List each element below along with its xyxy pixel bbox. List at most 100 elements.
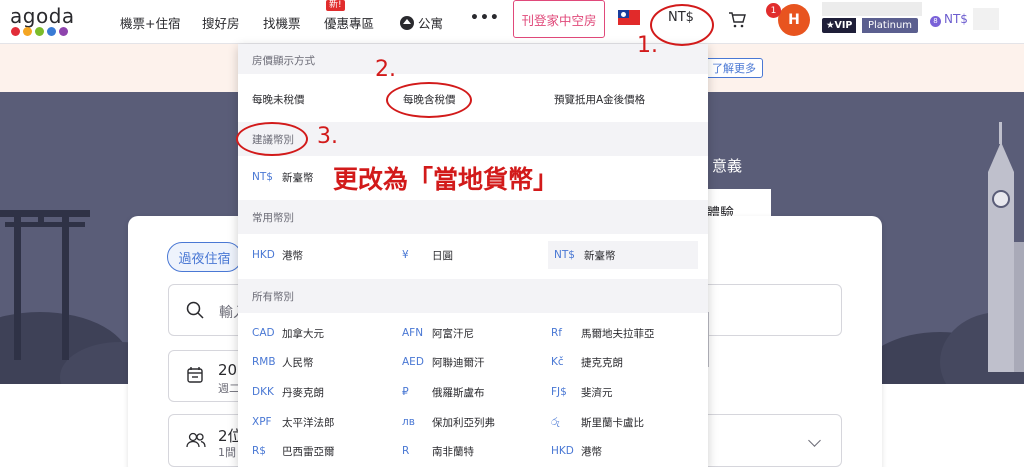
currency-zar[interactable]: R 南非蘭特 xyxy=(402,437,474,465)
search-icon xyxy=(186,301,204,319)
overnight-stay-tab[interactable]: 過夜住宿 xyxy=(167,242,242,272)
currency-fjd[interactable]: FJ$ 斐濟元 xyxy=(551,378,613,406)
platinum-badge: Platinum xyxy=(862,18,919,33)
currency-name: 加拿大元 xyxy=(282,327,324,340)
currency-aed[interactable]: AED 阿聯迪爾汗 xyxy=(402,348,485,376)
currency-name: 太平洋法郎 xyxy=(282,416,335,429)
agoda-logo[interactable]: agoda xyxy=(10,4,75,36)
common-currency-jpy[interactable]: ¥ 日圓 xyxy=(402,241,453,269)
apartment-icon xyxy=(400,16,414,30)
suggested-header xyxy=(238,122,708,156)
currency-code: Kč xyxy=(551,356,564,368)
user-avatar[interactable]: H xyxy=(778,4,810,36)
currency-code: RMB xyxy=(252,356,276,368)
currency-rub[interactable]: ₽ 俄羅斯盧布 xyxy=(402,378,485,406)
list-property-button[interactable]: 刊登家中空房 xyxy=(513,0,605,38)
annotation-change-instruction: 更改為「當地貨幣」 xyxy=(333,165,559,194)
points-redacted xyxy=(973,8,999,30)
notification-badge: 1 xyxy=(766,3,781,18)
currency-code: ¥ xyxy=(402,249,409,261)
currency-dkk[interactable]: DKK 丹麥克朗 xyxy=(252,378,324,406)
currency-code: NT$ xyxy=(554,249,575,261)
currency-name: 巴西雷亞爾 xyxy=(282,445,335,458)
currency-code: CAD xyxy=(252,327,275,339)
currency-czk[interactable]: Kč 捷克克朗 xyxy=(551,348,623,376)
common-currency-twd[interactable]: NT$ 新臺幣 xyxy=(548,241,698,269)
currency-code: HKD xyxy=(252,249,275,261)
currency-cad[interactable]: CAD 加拿大元 xyxy=(252,319,324,347)
currency-name: 馬爾地夫拉菲亞 xyxy=(581,327,655,340)
currency-rmb[interactable]: RMB 人民幣 xyxy=(252,348,314,376)
more-menu-icon[interactable]: ••• xyxy=(470,10,500,26)
suggested-currency-twd[interactable]: NT$ 新臺幣 xyxy=(252,163,314,191)
currency-code: ₽ xyxy=(402,386,409,398)
cart-icon[interactable] xyxy=(728,12,746,28)
currency-xpf[interactable]: XPF 太平洋法郎 xyxy=(252,408,335,436)
all-header xyxy=(238,279,708,313)
currency-name: 保加利亞列弗 xyxy=(432,416,495,429)
logo-dot-blue xyxy=(47,27,56,36)
taiwan-flag-icon[interactable] xyxy=(618,10,640,25)
hero-heading-fragment: 意義 xyxy=(712,157,743,175)
annotation-circle-currency xyxy=(650,4,714,46)
points-icon: 8 xyxy=(930,16,941,27)
annotation-circle-suggested xyxy=(236,122,308,156)
currency-name: 港幣 xyxy=(282,249,303,262)
vip-badge: ★VIP xyxy=(822,18,857,33)
common-header xyxy=(238,200,708,234)
currency-name: 斯里蘭卡盧比 xyxy=(581,416,644,429)
currency-brl[interactable]: R$ 巴西雷亞爾 xyxy=(252,437,335,465)
currency-code: лв xyxy=(402,416,415,428)
currency-dropdown: 房價顯示方式 每晚未稅價 每晚含稅價 預覽抵用A金後價格 建議幣別 NT$ 新臺… xyxy=(238,44,708,467)
currency-code: R xyxy=(402,445,410,457)
currency-name: 丹麥克朗 xyxy=(282,386,324,399)
logo-dot-orange xyxy=(23,27,32,36)
currency-code: R$ xyxy=(252,445,266,457)
nav-good-rooms[interactable]: 搜好房 xyxy=(202,13,240,32)
currency-code: HKD xyxy=(551,445,574,457)
annotation-circle-tax xyxy=(386,82,472,118)
price-display-title: 房價顯示方式 xyxy=(252,55,315,67)
nav-apartments-label: 公寓 xyxy=(418,16,444,31)
currency-name: 阿富汗尼 xyxy=(432,327,474,340)
new-badge: 新! xyxy=(326,0,345,11)
currency-name: 港幣 xyxy=(581,445,602,458)
guests-icon xyxy=(186,432,206,448)
nav-apartments[interactable]: 公寓 xyxy=(400,13,443,32)
currency-name: 新臺幣 xyxy=(584,249,616,262)
all-title: 所有幣別 xyxy=(252,291,294,303)
annotation-step-2: 2. xyxy=(375,57,396,82)
top-header: agoda 機票+住宿 搜好房 找機票 新! 優惠專區 公寓 ••• 刊登家中空… xyxy=(0,0,1024,44)
logo-dot-red xyxy=(11,27,20,36)
currency-afn[interactable]: AFN 阿富汗尼 xyxy=(402,319,474,347)
currency-code: XPF xyxy=(252,416,272,428)
currency-name: 日圓 xyxy=(432,249,453,262)
nav-flights[interactable]: 找機票 xyxy=(263,13,301,32)
currency-name: 俄羅斯盧布 xyxy=(432,386,485,399)
currency-code: AFN xyxy=(402,327,424,339)
points-balance[interactable]: 8 NT$ xyxy=(930,12,968,27)
currency-name: 人民幣 xyxy=(282,356,314,369)
nav-flights-hotels[interactable]: 機票+住宿 xyxy=(120,13,180,32)
currency-mvr[interactable]: Rf 馬爾地夫拉菲亞 xyxy=(551,319,655,347)
calendar-icon xyxy=(187,367,203,383)
currency-code: Rf xyxy=(551,327,562,339)
common-currency-hkd[interactable]: HKD 港幣 xyxy=(252,241,303,269)
currency-code: NT$ xyxy=(252,171,273,183)
currency-code: රු xyxy=(551,415,560,428)
currency-name: 新臺幣 xyxy=(282,171,314,184)
currency-bgn[interactable]: лв 保加利亞列弗 xyxy=(402,408,495,436)
currency-hkd[interactable]: HKD 港幣 xyxy=(551,437,602,465)
currency-name: 捷克克朗 xyxy=(581,356,623,369)
annotation-step-1: 1. xyxy=(637,33,658,58)
price-option-after-credit[interactable]: 預覽抵用A金後價格 xyxy=(554,92,645,107)
check-in-weekday: 週二 xyxy=(218,382,240,395)
common-title: 常用幣別 xyxy=(252,212,294,224)
points-currency: NT$ xyxy=(944,12,968,26)
currency-lkr[interactable]: රු 斯里蘭卡盧比 xyxy=(551,408,644,436)
logo-dot-green xyxy=(35,27,44,36)
nav-deals[interactable]: 優惠專區 xyxy=(324,13,374,32)
learn-more-button[interactable]: 了解更多 xyxy=(700,58,763,78)
logo-dots xyxy=(11,27,75,36)
price-option-excl-tax[interactable]: 每晚未稅價 xyxy=(252,92,305,107)
